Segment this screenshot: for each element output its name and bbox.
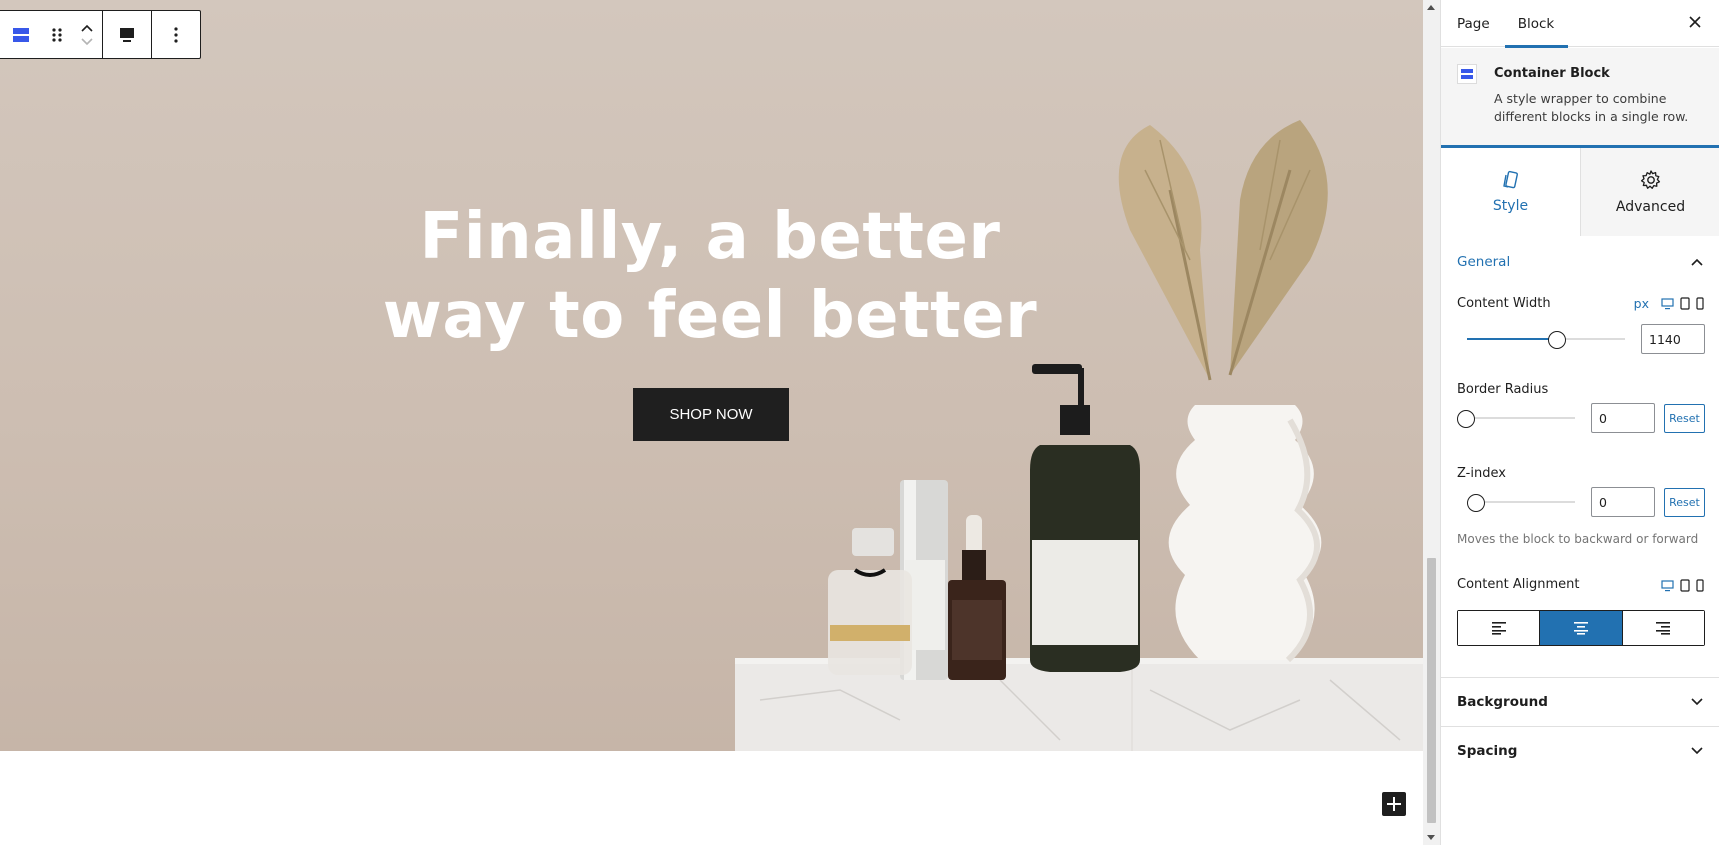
- align-left-button[interactable]: [1458, 611, 1541, 645]
- content-alignment-label: Content Alignment: [1457, 577, 1580, 592]
- border-radius-input[interactable]: 0: [1591, 403, 1655, 433]
- drag-handle[interactable]: [42, 11, 72, 58]
- mobile-icon[interactable]: [1696, 297, 1704, 310]
- content-width-device-switcher: px: [1634, 296, 1704, 311]
- content-alignment-device-switcher: [1661, 579, 1704, 592]
- tab-page[interactable]: Page: [1457, 0, 1504, 47]
- z-index-slider[interactable]: [1467, 494, 1575, 512]
- scroll-down-arrow-icon[interactable]: [1427, 835, 1435, 840]
- style-panel: General Content Width px 1140 Border Rad…: [1441, 236, 1719, 775]
- align-right-button[interactable]: [1622, 611, 1704, 645]
- align-wide-icon: [120, 27, 134, 42]
- desktop-icon[interactable]: [1661, 579, 1674, 592]
- align-right-icon: [1656, 622, 1671, 635]
- chevron-up-icon: [1691, 258, 1703, 266]
- brush-icon: [1502, 170, 1518, 189]
- chevron-down-icon: [1691, 747, 1703, 755]
- container-block-icon: [13, 27, 29, 42]
- editor-canvas: Finally, a better way to feel better SHO…: [0, 0, 1423, 845]
- border-radius-slider-knob[interactable]: [1457, 410, 1475, 428]
- content-width-input[interactable]: 1140: [1641, 324, 1705, 354]
- section-background-title: Background: [1457, 694, 1548, 710]
- close-sidebar-button[interactable]: [1685, 13, 1705, 33]
- hero-cover-block[interactable]: Finally, a better way to feel better SHO…: [0, 0, 1423, 751]
- control-border-radius: Border Radius 0 Reset: [1441, 382, 1719, 466]
- section-spacing-toggle[interactable]: Spacing: [1441, 726, 1719, 775]
- tab-block[interactable]: Block: [1504, 0, 1569, 48]
- section-general-toggle[interactable]: General: [1441, 236, 1719, 288]
- z-index-label: Z-index: [1457, 466, 1506, 481]
- container-block-icon: [1457, 64, 1477, 84]
- align-center-icon: [1573, 622, 1588, 635]
- shop-now-button[interactable]: SHOP NOW: [633, 388, 789, 441]
- settings-sidebar: Page Block Container Block A style wrapp…: [1440, 0, 1719, 845]
- control-content-alignment: Content Alignment: [1441, 577, 1719, 677]
- tablet-icon[interactable]: [1680, 579, 1690, 592]
- z-index-input[interactable]: 0: [1591, 487, 1655, 517]
- align-center-button[interactable]: [1540, 611, 1623, 645]
- tablet-icon[interactable]: [1680, 297, 1690, 310]
- tab-advanced-label: Advanced: [1615, 199, 1686, 215]
- z-index-slider-knob[interactable]: [1467, 494, 1485, 512]
- gear-icon: [1640, 170, 1660, 189]
- block-options-button[interactable]: [152, 11, 200, 58]
- border-radius-reset-button[interactable]: Reset: [1664, 404, 1705, 433]
- more-vertical-icon: [174, 26, 178, 43]
- align-left-icon: [1491, 622, 1506, 635]
- tab-advanced[interactable]: Advanced: [1580, 148, 1719, 236]
- close-icon: [1689, 16, 1701, 28]
- block-card-title: Container Block: [1494, 66, 1610, 81]
- sidebar-tabs: Page Block: [1441, 0, 1719, 48]
- block-align-button[interactable]: [103, 11, 151, 58]
- section-general-title: General: [1457, 254, 1511, 270]
- content-width-label: Content Width: [1457, 296, 1551, 311]
- content-alignment-buttons: [1457, 610, 1705, 646]
- section-spacing-title: Spacing: [1457, 743, 1518, 759]
- block-type-button[interactable]: [0, 11, 42, 58]
- inspector-tabs: Style Advanced: [1441, 148, 1719, 236]
- add-block-button[interactable]: [1382, 792, 1406, 816]
- scrollbar-thumb[interactable]: [1427, 558, 1436, 823]
- block-card-description: A style wrapper to combine different blo…: [1494, 91, 1689, 124]
- block-movers: [72, 11, 102, 58]
- section-background-toggle[interactable]: Background: [1441, 677, 1719, 726]
- z-index-reset-button[interactable]: Reset: [1664, 488, 1705, 517]
- hero-heading-line-2: way to feel better: [382, 279, 1038, 353]
- canvas-scrollbar[interactable]: [1423, 0, 1440, 845]
- border-radius-label: Border Radius: [1457, 382, 1549, 397]
- mobile-icon[interactable]: [1696, 579, 1704, 592]
- content-width-slider-knob[interactable]: [1548, 331, 1566, 349]
- block-toolbar-group-options: [152, 11, 200, 58]
- block-card: Container Block A style wrapper to combi…: [1441, 48, 1719, 148]
- plus-icon: [1387, 797, 1401, 811]
- block-toolbar: [0, 10, 201, 59]
- hero-heading-line-1: Finally, a better: [419, 200, 1001, 274]
- block-toolbar-group-align: [103, 11, 152, 58]
- drag-handle-icon: [52, 27, 62, 42]
- control-content-width: Content Width px 1140: [1441, 288, 1719, 382]
- move-down-icon[interactable]: [80, 37, 94, 47]
- content-width-slider[interactable]: [1467, 331, 1625, 349]
- unit-selector[interactable]: px: [1634, 296, 1649, 311]
- tab-style[interactable]: Style: [1441, 148, 1580, 236]
- hero-heading[interactable]: Finally, a better way to feel better: [360, 198, 1060, 356]
- chevron-down-icon: [1691, 698, 1703, 706]
- move-up-icon[interactable]: [80, 23, 94, 33]
- block-toolbar-group-main: [0, 11, 103, 58]
- control-z-index: Z-index 0 Reset Moves the block to backw…: [1441, 466, 1719, 577]
- scroll-up-arrow-icon[interactable]: [1427, 5, 1435, 10]
- hero-background-image: [735, 120, 1423, 751]
- z-index-help-text: Moves the block to backward or forward: [1457, 532, 1699, 546]
- tab-style-label: Style: [1492, 198, 1529, 214]
- desktop-icon[interactable]: [1661, 297, 1674, 310]
- border-radius-slider[interactable]: [1457, 410, 1575, 428]
